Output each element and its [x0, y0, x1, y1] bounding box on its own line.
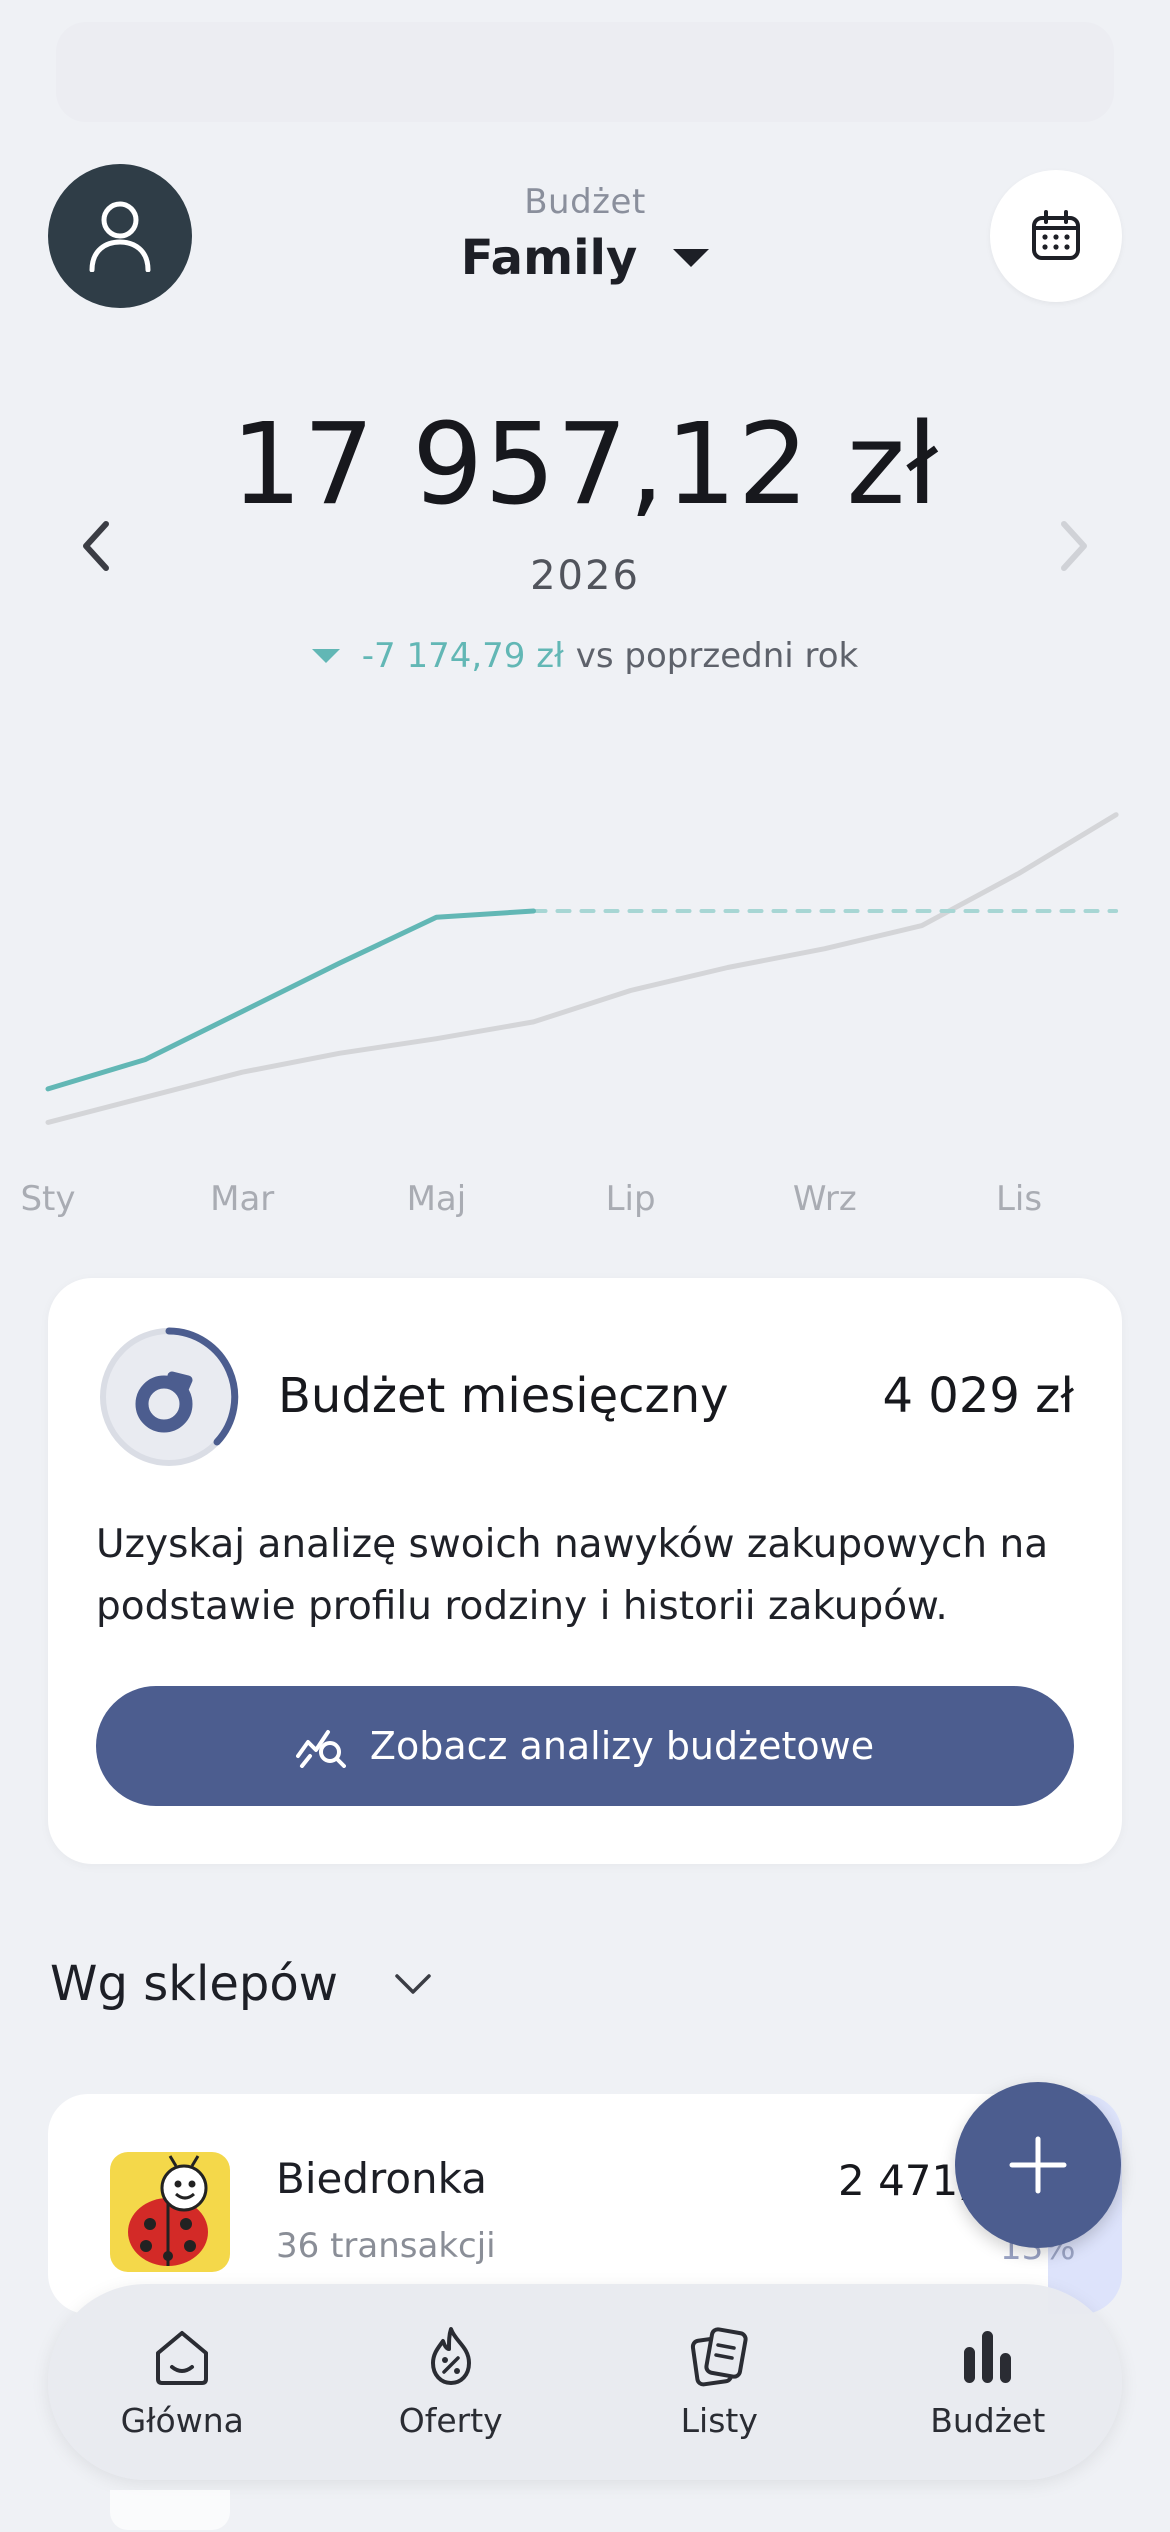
nav-budget[interactable]: Budżet [878, 2325, 1098, 2440]
next-store-logo-partial [110, 2490, 230, 2530]
budget-progress-ring [100, 1327, 239, 1466]
button-label: Zobacz analizy budżetowe [369, 1724, 875, 1768]
nav-lists-label: Listy [680, 2400, 758, 2440]
x-tick-label: Maj [407, 1179, 467, 1219]
chart-series-2 [45, 812, 1119, 1125]
top-placeholder [56, 22, 1114, 122]
delta-text: vs poprzedni rok [575, 636, 859, 676]
budget-name: Family [460, 230, 638, 286]
nav-budget-label: Budżet [930, 2400, 1046, 2440]
next-year-button[interactable] [1052, 516, 1096, 576]
year-delta: -7 174,79 zł vs poprzedni rok [0, 636, 1170, 676]
calendar-button[interactable] [990, 170, 1122, 302]
plus-icon [1009, 2136, 1067, 2194]
chevron-right-icon [1061, 521, 1087, 571]
offers-icon [430, 2326, 471, 2385]
x-tick-label: Lip [606, 1179, 656, 1219]
x-tick-label: Sty [20, 1179, 75, 1219]
store-amount: 2 471, [838, 2156, 972, 2205]
nav-lists[interactable]: Listy [609, 2325, 829, 2440]
budget-chart-icon [963, 2330, 1011, 2383]
by-store-dropdown[interactable]: Wg sklepów [50, 1956, 432, 2012]
biedronka-logo [110, 2152, 230, 2272]
chevron-down-icon [395, 1974, 431, 1994]
nav-offers-label: Oferty [398, 2400, 503, 2440]
add-button[interactable] [955, 2082, 1121, 2248]
budget-analysis-button[interactable]: Zobacz analizy budżetowe [96, 1686, 1074, 1806]
total-amount: 17 957,12 zł [230, 400, 940, 530]
x-tick-label: Wrz [793, 1179, 857, 1219]
store-name: Biedronka [276, 2154, 487, 2203]
x-tick-label: Lis [996, 1179, 1042, 1219]
home-icon [156, 2330, 209, 2385]
section-title: Wg sklepów [50, 1956, 338, 2012]
delta-value: -7 174,79 zł [361, 636, 564, 676]
trend-down-icon [311, 649, 340, 663]
year-label: 2026 [530, 553, 640, 599]
nav-offers[interactable]: Oferty [341, 2325, 561, 2440]
x-tick-label: Mar [210, 1179, 274, 1219]
chevron-left-icon [83, 521, 109, 571]
store-transactions: 36 transakcji [276, 2226, 496, 2266]
monthly-budget-card: Budżet miesięczny 4 029 zł Uzyskaj anali… [48, 1278, 1122, 1864]
nav-home[interactable]: Główna [72, 2325, 292, 2440]
calendar-icon [1032, 210, 1080, 260]
card-description: Uzyskaj analizę swoich nawyków zakupowyc… [96, 1522, 1049, 1629]
bottom-navigation: Główna Oferty Listy Budżet [48, 2284, 1122, 2480]
analytics-icon [295, 1730, 346, 1768]
card-amount: 4 029 zł [882, 1368, 1074, 1424]
lists-icon [691, 2326, 748, 2386]
caret-down-icon [673, 249, 710, 267]
previous-year-button[interactable] [74, 516, 118, 576]
nav-home-label: Główna [120, 2400, 244, 2440]
card-title: Budżet miesięczny [278, 1368, 729, 1424]
yearly-spending-chart: Sty Mar Maj Lip Wrz Lis [20, 812, 1119, 1219]
